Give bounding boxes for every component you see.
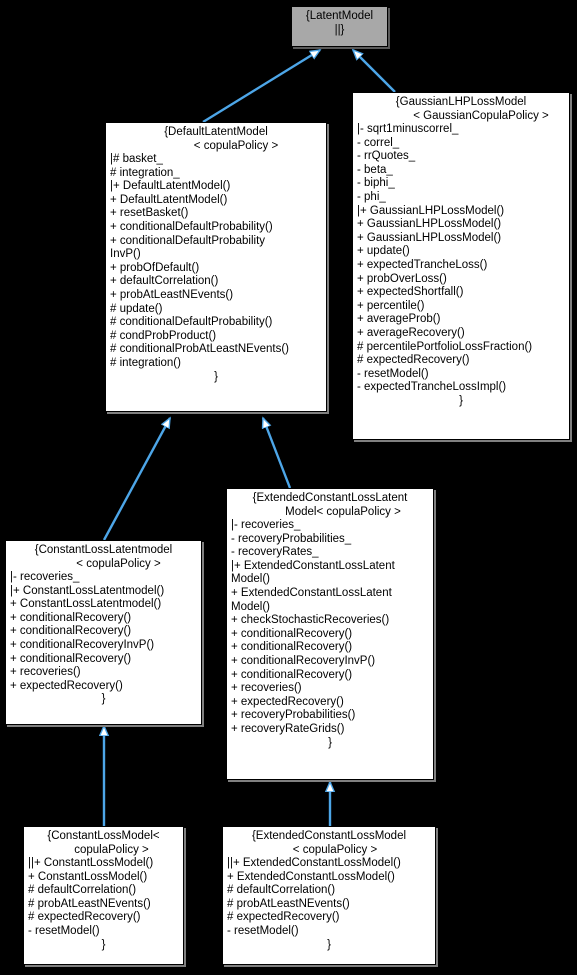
class-member: + expectedShortfall() [357, 286, 464, 299]
class-member: # expectedRecovery() [28, 911, 141, 924]
class-member: InvP() [110, 248, 141, 261]
class-title-extended-constant-loss-model: {ExtendedConstantLossModel < copulaPolic… [251, 830, 407, 856]
class-member: + DefaultLatentModel() [110, 193, 228, 206]
class-node-extended-constant-loss-latent-model[interactable]: {ExtendedConstantLossLatent Model< copul… [226, 488, 434, 780]
class-member: # defaultCorrelation() [227, 884, 336, 897]
class-member: + percentile() [357, 299, 425, 312]
class-member: + conditionalRecovery() [10, 611, 132, 624]
class-member: # update() [110, 302, 163, 315]
class-member: + ExtendedConstantLossLatent [231, 586, 392, 599]
uml-class-diagram: {LatentModel ||} {DefaultLatentModel < c… [0, 0, 577, 975]
class-member: # condProbProduct() [110, 329, 217, 342]
class-member: + resetBasket() [110, 207, 189, 220]
class-member: + GaussianLHPLossModel() [357, 231, 502, 244]
class-member: # conditionalDefaultProbability() [110, 316, 273, 329]
class-member: ||+ ExtendedConstantLossModel() [227, 857, 401, 869]
class-member: |- recoveries_ [10, 571, 80, 583]
class-member: - phi_ [357, 190, 386, 203]
class-member: + conditionalRecovery() [10, 625, 132, 638]
class-member: + expectedTrancheLoss() [357, 258, 488, 271]
class-member: + update() [357, 245, 410, 258]
class-member: ||+ ConstantLossModel() [28, 857, 154, 869]
class-node-latent-model[interactable]: {LatentModel ||} [291, 6, 388, 47]
class-member: + recoveryProbabilities() [231, 709, 356, 722]
class-member: + conditionalRecoveryInvP() [10, 638, 155, 651]
class-member: + averageProb() [357, 313, 441, 326]
class-member: + checkStochasticRecoveries() [231, 614, 390, 627]
class-node-gaussian-lhp-loss-model[interactable]: {GaussianLHPLossModel < GaussianCopulaPo… [352, 92, 570, 440]
edge-defaultlatentmodel-to-latentmodel [202, 48, 320, 124]
class-title-extended-constant-loss-latent-model: {ExtendedConstantLossLatent Model< copul… [252, 492, 408, 518]
class-member: + conditionalRecovery() [10, 652, 132, 665]
class-member: # expectedRecovery() [357, 354, 470, 367]
class-node-constant-loss-latentmodel[interactable]: {ConstantLossLatentmodel < copulaPolicy … [5, 540, 202, 725]
class-member: + conditionalRecovery() [231, 627, 353, 640]
class-title-latent-model: {LatentModel ||} [305, 10, 374, 36]
class-member: |# basket_ [110, 153, 163, 165]
class-member: + recoveries() [10, 666, 81, 679]
class-closer: } [327, 938, 331, 951]
class-member: |+ DefaultLatentModel() [110, 180, 231, 193]
class-member: + ConstantLossLatentmodel() [10, 598, 162, 611]
class-member: + ExtendedConstantLossModel() [227, 870, 395, 883]
class-member: + expectedRecovery() [10, 679, 123, 692]
class-member: + probAtLeastNEvents() [110, 288, 234, 301]
class-member: + conditionalRecovery() [231, 641, 353, 654]
class-member: # integration_ [110, 166, 180, 179]
class-member: |+ GaussianLHPLossModel() [357, 204, 505, 217]
class-node-extended-constant-loss-model[interactable]: {ExtendedConstantLossModel < copulaPolic… [222, 826, 436, 965]
class-member: + ConstantLossModel() [28, 870, 148, 883]
class-member: - beta_ [357, 163, 393, 176]
class-member: + conditionalRecoveryInvP() [231, 654, 376, 667]
class-member: # percentilePortfolioLossFraction() [357, 340, 533, 353]
class-closer: } [214, 370, 218, 383]
class-member: |+ ExtendedConstantLossLatent [231, 559, 395, 572]
class-member: + conditionalDefaultProbability() [110, 220, 273, 233]
class-closer: } [101, 693, 106, 706]
class-member: - rrQuotes_ [357, 150, 416, 163]
class-member: - resetModel() [357, 367, 429, 380]
edge-constantlosslatentmodel-to-defaultlatentmodel [102, 418, 172, 541]
class-member: Model() [231, 600, 270, 613]
class-node-constant-loss-model[interactable]: {ConstantLossModel< copulaPolicy > ||+ C… [23, 826, 184, 965]
class-member: + recoveries() [231, 682, 302, 695]
class-closer: } [328, 736, 332, 749]
class-member: - recoveryRates_ [231, 546, 319, 559]
class-member: - correl_ [357, 136, 400, 149]
class-member: # integration() [110, 356, 181, 369]
class-node-default-latent-model[interactable]: {DefaultLatentModel < copulaPolicy > |# … [105, 122, 327, 412]
edge-gaussianlhplossmodel-to-latentmodel [353, 50, 396, 93]
class-title-default-latent-model: {DefaultLatentModel < copulaPolicy > [164, 126, 279, 152]
class-member: # conditionalProbAtLeastNEvents() [110, 343, 289, 356]
class-member: - resetModel() [227, 924, 299, 937]
class-member: # probAtLeastNEvents() [28, 897, 151, 910]
class-member: - resetModel() [28, 924, 100, 937]
class-closer: } [101, 938, 106, 951]
class-member: + probOverLoss() [357, 272, 447, 285]
class-title-constant-loss-model: {ConstantLossModel< copulaPolicy > [47, 830, 160, 856]
edge-extendedconstantlosslatentmodel-to-defaultlatentmodel [263, 418, 292, 489]
class-member: # probAtLeastNEvents() [227, 897, 350, 910]
class-member: + GaussianLHPLossModel() [357, 218, 502, 231]
class-member: Model() [231, 573, 270, 586]
class-member: |- recoveries_ [231, 519, 301, 531]
class-member: - recoveryProbabilities_ [231, 532, 352, 545]
class-member: |- sqrt1minuscorrel_ [357, 123, 459, 135]
class-title-gaussian-lhp-loss-model: {GaussianLHPLossModel < GaussianCopulaPo… [395, 96, 549, 122]
class-member: # defaultCorrelation() [28, 884, 137, 897]
class-member: |+ ConstantLossLatentmodel() [10, 584, 165, 597]
class-member: - biphi_ [357, 177, 395, 190]
class-member: - expectedTrancheLossImpl() [357, 381, 507, 394]
class-member: + conditionalDefaultProbability [110, 234, 266, 247]
class-member: # expectedRecovery() [227, 911, 340, 924]
class-title-constant-loss-latentmodel: {ConstantLossLatentmodel < copulaPolicy … [34, 544, 173, 570]
class-member: + probOfDefault() [110, 261, 200, 274]
class-member: + expectedRecovery() [231, 695, 344, 708]
class-member: + defaultCorrelation() [110, 275, 219, 288]
class-closer: } [459, 394, 463, 407]
class-member: + conditionalRecovery() [231, 668, 353, 681]
class-member: + averageRecovery() [357, 326, 465, 339]
class-member: + recoveryRateGrids() [231, 722, 345, 735]
